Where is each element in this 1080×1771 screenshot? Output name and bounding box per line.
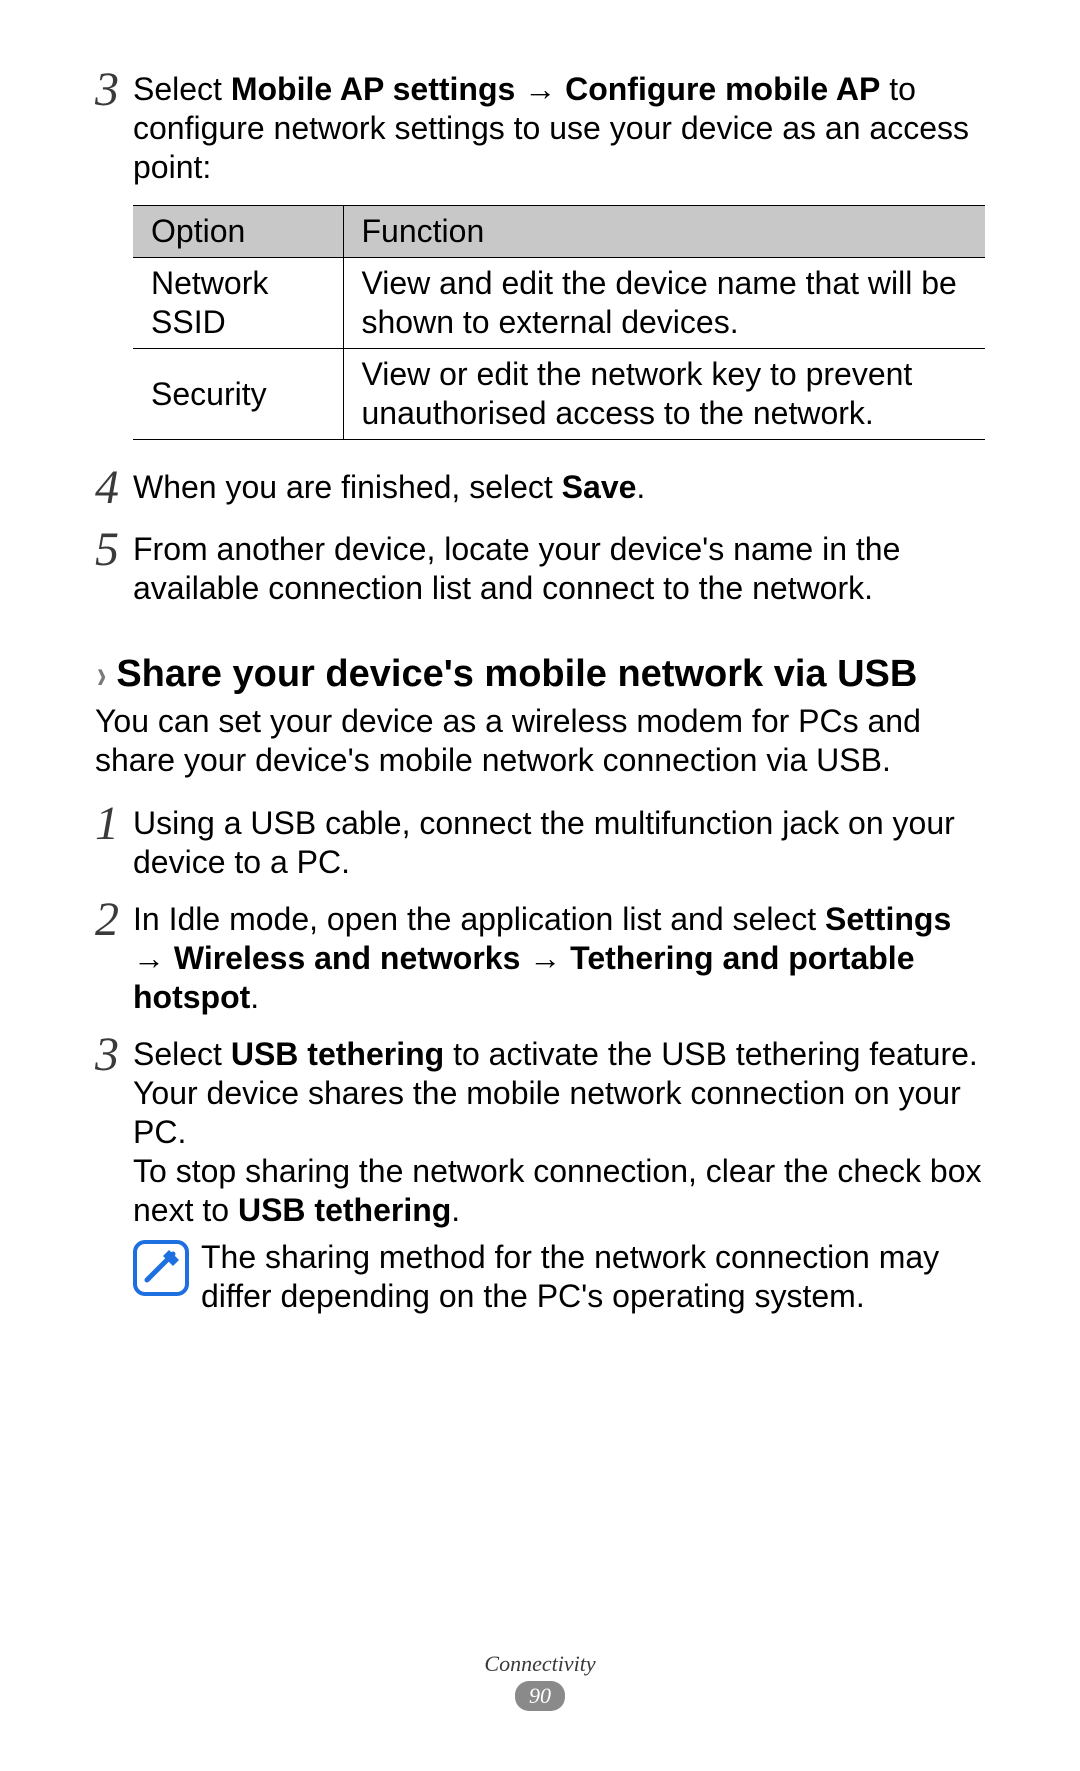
step-number: 5 [95, 526, 133, 574]
step-text: Select USB tethering to activate the USB… [133, 1035, 985, 1230]
table-cell-function: View or edit the network key to prevent … [343, 349, 985, 440]
footer-page-number: 90 [515, 1681, 565, 1711]
section-heading: › Share your device's mobile network via… [95, 652, 985, 698]
manual-page: 3 Select Mobile AP settings → Configure … [0, 0, 1080, 1771]
step-3: 3 Select Mobile AP settings → Configure … [95, 70, 985, 187]
step-text: In Idle mode, open the application list … [133, 900, 985, 1017]
table-header-option: Option [133, 206, 343, 258]
step-5: 5 From another device, locate your devic… [95, 530, 985, 608]
section-intro: You can set your device as a wireless mo… [95, 702, 985, 780]
note-block: The sharing method for the network conne… [133, 1238, 985, 1316]
step-number: 4 [95, 464, 133, 512]
note-text: The sharing method for the network conne… [201, 1238, 985, 1316]
step-number: 2 [95, 896, 133, 944]
table-header-row: Option Function [133, 206, 985, 258]
table-cell-option: Network SSID [133, 258, 343, 349]
table-cell-function: View and edit the device name that will … [343, 258, 985, 349]
section-title-text: Share your device's mobile network via U… [116, 652, 917, 698]
step-3b: 3 Select USB tethering to activate the U… [95, 1035, 985, 1230]
footer-section-label: Connectivity [0, 1651, 1080, 1677]
table-row: Network SSID View and edit the device na… [133, 258, 985, 349]
table-cell-option: Security [133, 349, 343, 440]
step-text: Using a USB cable, connect the multifunc… [133, 804, 985, 882]
step-number: 3 [95, 66, 133, 114]
step-number: 3 [95, 1031, 133, 1079]
step-text: Select Mobile AP settings → Configure mo… [133, 70, 985, 187]
options-table: Option Function Network SSID View and ed… [133, 205, 985, 440]
section-usb-share: › Share your device's mobile network via… [95, 652, 985, 1316]
step-text: When you are finished, select Save. [133, 468, 985, 507]
step-number: 1 [95, 800, 133, 848]
step-2: 2 In Idle mode, open the application lis… [95, 900, 985, 1017]
table-header-function: Function [343, 206, 985, 258]
note-icon [133, 1240, 189, 1296]
page-footer: Connectivity 90 [0, 1651, 1080, 1711]
step-1: 1 Using a USB cable, connect the multifu… [95, 804, 985, 882]
step-4: 4 When you are finished, select Save. [95, 468, 985, 512]
step-text: From another device, locate your device'… [133, 530, 985, 608]
chevron-right-icon: › [97, 653, 106, 698]
table-row: Security View or edit the network key to… [133, 349, 985, 440]
